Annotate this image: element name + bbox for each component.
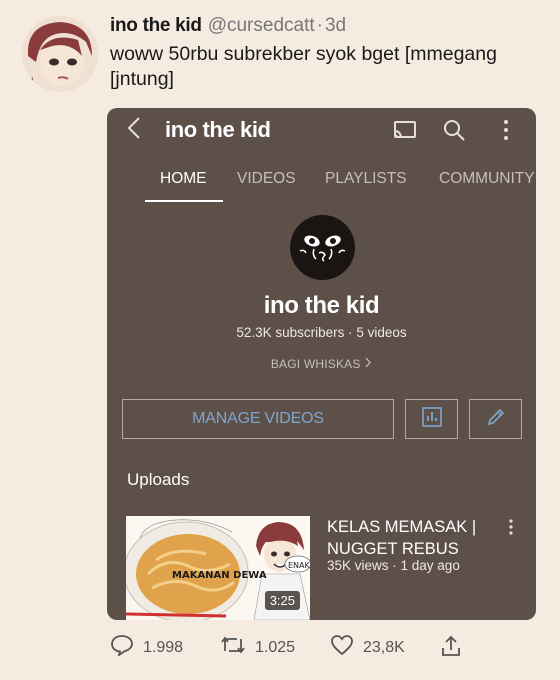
pencil-icon xyxy=(485,406,507,433)
tweet-time[interactable]: 3d xyxy=(325,15,346,36)
retweet-button[interactable]: 1.025 xyxy=(220,634,295,661)
separator-dot: · xyxy=(316,15,323,36)
video-more-icon[interactable] xyxy=(507,518,515,541)
user-handle[interactable]: @cursedcatt xyxy=(208,15,315,36)
cast-icon[interactable] xyxy=(392,117,418,143)
youtube-screenshot[interactable]: ino the kid HOME VIDEOS PLAYLISTS COMMUN… xyxy=(107,108,536,620)
app-topbar: ino the kid xyxy=(107,108,536,150)
heart-icon xyxy=(330,634,354,661)
share-button[interactable] xyxy=(440,634,462,663)
analytics-icon xyxy=(421,406,443,433)
share-icon xyxy=(440,634,462,663)
tab-videos[interactable]: VIDEOS xyxy=(237,170,296,188)
like-button[interactable]: 23,8K xyxy=(330,634,405,661)
tab-community[interactable]: COMMUNITY xyxy=(439,170,535,188)
retweet-count: 1.025 xyxy=(255,638,296,656)
user-name[interactable]: ino the kid xyxy=(110,15,202,36)
video-meta: 35K views · 1 day ago xyxy=(327,558,460,573)
video-duration: 3:25 xyxy=(264,591,300,610)
channel-link[interactable]: BAGI WHISKAS xyxy=(107,357,536,371)
video-thumbnail[interactable]: ENAK MAKANAN DEWA 3:25 xyxy=(126,516,310,620)
tab-home[interactable]: HOME xyxy=(160,170,207,188)
chevron-left-icon[interactable] xyxy=(127,116,141,147)
like-count: 23,8K xyxy=(363,638,405,656)
active-tab-indicator xyxy=(145,200,223,202)
reply-icon xyxy=(110,634,134,661)
edit-button[interactable] xyxy=(469,399,522,439)
uploads-heading: Uploads xyxy=(127,470,190,489)
tweet-actions: 1.998 1.025 23,8K xyxy=(0,630,560,662)
channel-avatar[interactable] xyxy=(290,215,355,280)
tab-playlists[interactable]: PLAYLISTS xyxy=(325,170,407,188)
thumb-caption-text: MAKANAN DEWA xyxy=(172,570,267,581)
manage-videos-button[interactable]: MANAGE VIDEOS xyxy=(122,399,394,439)
chevron-right-icon xyxy=(364,357,372,371)
channel-name: ino the kid xyxy=(263,292,380,319)
reply-button[interactable]: 1.998 xyxy=(110,634,183,661)
tweet-header: ino the kid @cursedcatt · 3d xyxy=(110,15,346,37)
channel-stats: 52.3K subscribers · 5 videos xyxy=(236,325,407,340)
user-avatar[interactable] xyxy=(22,16,98,92)
reply-count: 1.998 xyxy=(143,638,184,656)
analytics-button[interactable] xyxy=(405,399,458,439)
channel-title: ino the kid xyxy=(165,117,271,142)
thumb-bubble-text: ENAK xyxy=(288,561,310,570)
channel-tabs: HOME VIDEOS PLAYLISTS COMMUNITY xyxy=(107,164,536,204)
retweet-icon xyxy=(220,634,246,661)
search-icon[interactable] xyxy=(441,117,467,143)
video-title[interactable]: KELAS MEMASAK | NUGGET REBUS xyxy=(327,516,492,560)
tweet-text: woww 50rbu subrekber syok bget [mmegang … xyxy=(110,43,497,90)
more-vertical-icon[interactable] xyxy=(493,117,519,143)
channel-link-label: BAGI WHISKAS xyxy=(270,357,361,371)
